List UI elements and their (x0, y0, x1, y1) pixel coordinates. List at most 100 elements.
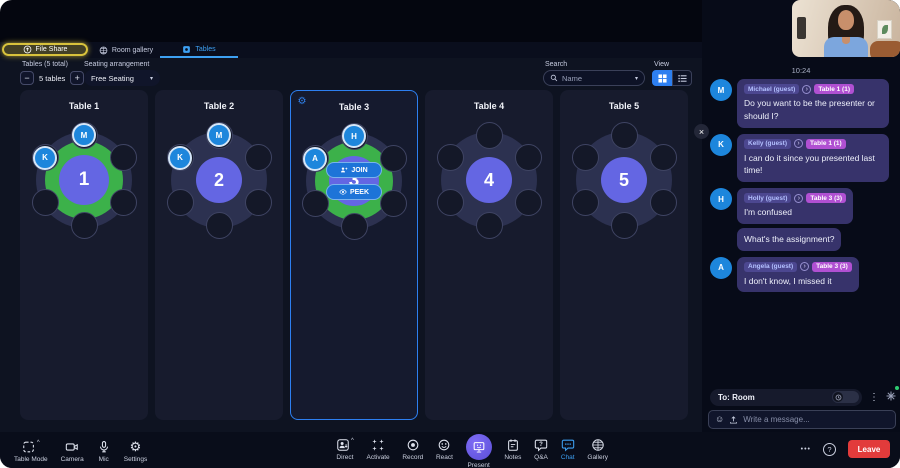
table-card-1[interactable]: Table 1 1 M K (20, 90, 148, 420)
seat[interactable] (610, 211, 638, 239)
seat[interactable] (109, 144, 137, 171)
seat[interactable] (649, 144, 677, 171)
seat[interactable] (610, 121, 638, 149)
chat-effects-icon[interactable] (886, 386, 899, 406)
seat[interactable] (649, 189, 677, 216)
decrease-tables-button[interactable]: − (20, 71, 34, 85)
seat[interactable] (475, 121, 503, 149)
qa-button[interactable]: ? Q&A (534, 434, 548, 468)
activate-sparkles-icon (372, 439, 384, 451)
self-video-thumbnail[interactable] (792, 0, 900, 57)
grid-view-button[interactable] (652, 70, 672, 86)
table-card-4[interactable]: Table 4 4 (425, 90, 553, 420)
table-number: 5 (618, 169, 629, 190)
table-card-2[interactable]: Table 2 2 M K (155, 90, 283, 420)
arrow-right-icon: › (794, 193, 804, 203)
caret-up-icon: ^ (351, 438, 354, 444)
table-settings-gear-icon[interactable]: ⚙ (296, 96, 308, 108)
peek-table-button[interactable]: PEEK (326, 184, 382, 200)
tab-room-gallery[interactable]: Room gallery (92, 42, 160, 58)
notes-button[interactable]: Notes (504, 434, 521, 468)
chat-message: K Kelly (guest) › Table 1 (1) I can do i… (710, 133, 895, 182)
notes-icon (507, 439, 518, 451)
seat[interactable] (475, 211, 503, 239)
table-tag-badge[interactable]: Table 3 (3) (806, 193, 847, 203)
sender-name-badge[interactable]: Kelly (guest) (744, 138, 792, 149)
mic-button[interactable]: Mic (97, 436, 111, 463)
help-icon[interactable]: ? (823, 442, 836, 456)
record-button[interactable]: Record (402, 434, 423, 468)
table-mode-icon (23, 441, 34, 453)
direct-button[interactable]: ^ Direct (336, 434, 354, 468)
more-options-icon[interactable]: ••• (801, 446, 811, 453)
seat[interactable] (244, 144, 272, 171)
upload-icon[interactable] (729, 415, 738, 424)
increase-tables-button[interactable]: + (70, 71, 85, 85)
activate-button[interactable]: Activate (367, 434, 390, 468)
table-mode-button[interactable]: ^ Table Mode (14, 436, 48, 463)
seat[interactable] (244, 189, 272, 216)
seat[interactable] (514, 189, 542, 216)
tab-file-share[interactable]: File Share (2, 43, 88, 56)
table-tag-badge[interactable]: Table 1 (1) (806, 138, 846, 149)
message-text: I don't know, I missed it (744, 275, 832, 286)
chat-options-icon[interactable]: ⋮ (869, 392, 879, 403)
chat-button[interactable]: Chat (561, 434, 575, 468)
present-button[interactable]: Present (465, 434, 492, 468)
seat[interactable] (70, 211, 98, 239)
sender-name-badge[interactable]: Angela (guest) (744, 261, 798, 272)
table-graphic: 2 M K (164, 121, 274, 239)
tables-count-value: 5 tables (39, 73, 66, 83)
react-button[interactable]: React (436, 434, 453, 468)
chat-avatar[interactable]: H (710, 188, 732, 210)
seat[interactable] (571, 189, 599, 216)
message-input[interactable] (743, 415, 889, 424)
table-tag-badge[interactable]: Table 1 (1) (814, 84, 854, 94)
participant-avatar[interactable]: M (72, 123, 96, 147)
table-card-5[interactable]: Table 5 5 (560, 90, 688, 420)
bottom-toolbar: ^ Table Mode Camera Mic ⚙ Settings ^ Dir… (0, 432, 900, 468)
seat[interactable] (31, 189, 59, 216)
list-view-button[interactable] (672, 70, 692, 86)
seat[interactable] (340, 212, 368, 240)
seat[interactable] (436, 189, 464, 216)
leave-button[interactable]: Leave (848, 440, 890, 458)
seat[interactable] (571, 144, 599, 171)
table-title: Table 3 (338, 102, 370, 112)
sender-name-badge[interactable]: Michael (guest) (744, 84, 800, 94)
emoji-icon[interactable]: ☺ (715, 415, 724, 424)
seat[interactable] (379, 145, 407, 172)
search-filter-caret-icon[interactable]: ▾ (635, 75, 638, 82)
search-input[interactable] (562, 73, 631, 83)
panel-tabbar: File Share Room gallery Tables (0, 42, 702, 58)
tables-controls: Tables (5 total) − 5 tables + Seating ar… (0, 58, 702, 90)
table-tag-badge[interactable]: Table 3 (3) (812, 261, 852, 272)
seat[interactable] (109, 189, 137, 216)
close-chat-button[interactable]: × (694, 124, 709, 139)
join-table-button[interactable]: JOIN (326, 162, 382, 178)
seating-arrangement-select[interactable]: Free Seating ▾ (84, 70, 160, 86)
seat[interactable] (205, 211, 233, 239)
participant-avatar[interactable]: M (207, 123, 231, 147)
table-number: 1 (78, 169, 90, 190)
chat-avatar[interactable]: A (710, 256, 732, 279)
camera-button[interactable]: Camera (61, 436, 84, 463)
seat[interactable] (379, 190, 407, 217)
participant-avatar[interactable]: A (303, 146, 327, 171)
seat[interactable] (436, 144, 464, 171)
participant-avatar[interactable]: K (33, 145, 57, 170)
settings-button[interactable]: ⚙ Settings (124, 436, 148, 464)
history-toggle[interactable] (832, 391, 859, 403)
seat[interactable] (514, 144, 542, 171)
chat-avatar[interactable]: K (710, 133, 732, 156)
chat-avatar[interactable]: M (710, 79, 732, 101)
seat[interactable] (301, 190, 329, 217)
seat[interactable] (166, 189, 194, 216)
sender-name-badge[interactable]: Holly (guest) (744, 193, 792, 203)
participant-avatar[interactable]: K (168, 145, 192, 170)
participant-avatar[interactable]: H (342, 124, 366, 148)
table-card-3[interactable]: ⚙ Table 3 3 H A JOIN PEEK (290, 90, 418, 420)
tab-tables[interactable]: Tables (160, 42, 238, 58)
gallery-button[interactable]: Gallery (587, 434, 608, 468)
recipient-select[interactable]: To: Room (710, 388, 862, 406)
